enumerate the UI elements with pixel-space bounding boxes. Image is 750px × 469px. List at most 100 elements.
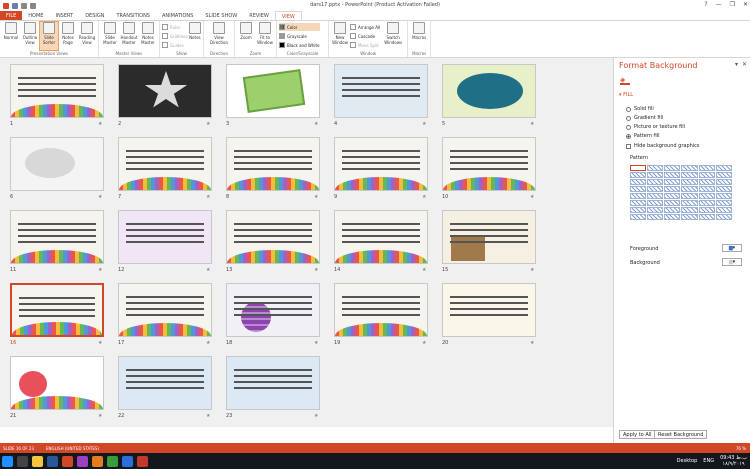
pattern-swatch[interactable] bbox=[715, 172, 732, 178]
slide-thumbnail[interactable] bbox=[442, 64, 536, 118]
minimize-button[interactable]: — bbox=[716, 1, 722, 8]
pattern-swatch[interactable] bbox=[681, 193, 698, 199]
help-button[interactable]: ? bbox=[704, 1, 707, 8]
pattern-swatch[interactable] bbox=[647, 214, 664, 220]
normal-view-button[interactable]: Normal bbox=[2, 22, 20, 50]
pattern-swatch[interactable] bbox=[664, 179, 681, 185]
pattern-swatch[interactable] bbox=[715, 200, 732, 206]
pattern-swatch[interactable] bbox=[647, 207, 664, 213]
pattern-swatch[interactable] bbox=[698, 207, 715, 213]
slide-thumbnail[interactable] bbox=[118, 64, 212, 118]
slide-thumbnail[interactable] bbox=[442, 210, 536, 264]
slide-thumbnail[interactable] bbox=[334, 210, 428, 264]
pattern-swatch[interactable] bbox=[630, 200, 647, 206]
slide-thumbnail[interactable] bbox=[118, 356, 212, 410]
transition-star-icon[interactable]: ★ bbox=[206, 121, 210, 127]
slide-thumbnail[interactable] bbox=[226, 210, 320, 264]
transition-star-icon[interactable]: ★ bbox=[530, 267, 534, 273]
pattern-swatch[interactable] bbox=[664, 207, 681, 213]
grayscale-button[interactable]: Grayscale bbox=[279, 32, 320, 40]
pattern-swatch[interactable] bbox=[715, 214, 732, 220]
pattern-swatch[interactable] bbox=[630, 214, 647, 220]
transition-star-icon[interactable]: ★ bbox=[98, 267, 102, 273]
pattern-swatch[interactable] bbox=[630, 193, 647, 199]
gradient-fill-radio[interactable]: Gradient fill bbox=[626, 115, 663, 121]
pattern-swatch[interactable] bbox=[664, 172, 681, 178]
slide-thumbnail[interactable] bbox=[10, 64, 104, 118]
slide-thumbnail[interactable] bbox=[334, 283, 428, 337]
slide-thumbnail[interactable] bbox=[10, 137, 104, 191]
transition-star-icon[interactable]: ★ bbox=[314, 413, 318, 419]
pattern-swatch[interactable] bbox=[698, 179, 715, 185]
pane-close-icon[interactable]: ✕ bbox=[742, 61, 747, 68]
zoom-level[interactable]: 76 % bbox=[736, 446, 746, 451]
color-button[interactable]: Color bbox=[279, 23, 320, 31]
transition-star-icon[interactable]: ★ bbox=[206, 340, 210, 346]
switch-windows-button[interactable]: Switch Windows bbox=[381, 22, 405, 50]
slide-thumbnail[interactable] bbox=[226, 137, 320, 191]
arrange-all-button[interactable]: Arrange All bbox=[350, 23, 380, 31]
firefox-icon[interactable] bbox=[92, 455, 103, 467]
pattern-swatch[interactable] bbox=[681, 172, 698, 178]
cascade-button[interactable]: Cascade bbox=[350, 32, 380, 40]
pattern-fill-radio[interactable]: Pattern fill bbox=[626, 133, 660, 139]
transition-star-icon[interactable]: ★ bbox=[530, 194, 534, 200]
pattern-swatch[interactable] bbox=[630, 165, 647, 171]
pattern-swatch[interactable] bbox=[681, 186, 698, 192]
pattern-swatch[interactable] bbox=[715, 207, 732, 213]
slide-thumbnail[interactable] bbox=[226, 64, 320, 118]
word-icon[interactable] bbox=[47, 455, 58, 467]
fill-section-header[interactable]: ▾ FILL bbox=[619, 92, 633, 98]
pattern-swatch[interactable] bbox=[698, 165, 715, 171]
slide-thumbnail[interactable] bbox=[10, 356, 104, 410]
pattern-swatch[interactable] bbox=[715, 165, 732, 171]
pattern-swatch[interactable] bbox=[647, 165, 664, 171]
solid-fill-radio[interactable]: Solid fill bbox=[626, 106, 654, 112]
desktop-toolbar[interactable]: Desktop bbox=[677, 458, 698, 464]
transition-star-icon[interactable]: ★ bbox=[98, 340, 102, 346]
transition-star-icon[interactable]: ★ bbox=[206, 267, 210, 273]
picture-fill-radio[interactable]: Picture or texture fill bbox=[626, 124, 685, 130]
transition-star-icon[interactable]: ★ bbox=[206, 413, 210, 419]
slide-master-button[interactable]: Slide Master bbox=[101, 22, 119, 50]
ruler-checkbox[interactable]: Ruler bbox=[162, 23, 188, 31]
slide-sorter-button[interactable]: Slide Sorter bbox=[39, 21, 59, 51]
pattern-gallery[interactable] bbox=[630, 165, 732, 220]
pattern-swatch[interactable] bbox=[630, 172, 647, 178]
pattern-swatch[interactable] bbox=[664, 214, 681, 220]
transition-star-icon[interactable]: ★ bbox=[206, 194, 210, 200]
reading-view-button[interactable]: Reading View bbox=[78, 22, 96, 50]
hide-background-graphics-checkbox[interactable]: Hide background graphics bbox=[626, 143, 700, 149]
pattern-swatch[interactable] bbox=[698, 172, 715, 178]
pattern-swatch[interactable] bbox=[664, 165, 681, 171]
transition-star-icon[interactable]: ★ bbox=[98, 413, 102, 419]
telegram-icon[interactable] bbox=[122, 455, 133, 467]
tab-home[interactable]: HOME bbox=[22, 11, 49, 20]
tab-insert[interactable]: INSERT bbox=[49, 11, 79, 20]
pattern-swatch[interactable] bbox=[715, 193, 732, 199]
pattern-swatch[interactable] bbox=[698, 214, 715, 220]
transition-star-icon[interactable]: ★ bbox=[98, 194, 102, 200]
slide-thumbnail[interactable] bbox=[118, 210, 212, 264]
language-indicator[interactable]: ENGLISH (UNITED STATES) bbox=[46, 446, 99, 451]
pattern-swatch[interactable] bbox=[630, 186, 647, 192]
notes-button[interactable]: Notes bbox=[188, 22, 201, 50]
slide-thumbnail[interactable] bbox=[10, 283, 104, 337]
pattern-swatch[interactable] bbox=[715, 186, 732, 192]
background-color-picker[interactable]: ▆▾ bbox=[722, 258, 742, 266]
tab-animations[interactable]: ANIMATIONS bbox=[156, 11, 199, 20]
foreground-color-picker[interactable]: ▆▾ bbox=[722, 244, 742, 252]
transition-star-icon[interactable]: ★ bbox=[530, 121, 534, 127]
slide-sorter-area[interactable]: 1 ★ 2 ★ 3 ★ 4 ★ 5 ★ 6 ★ 7 ★ 8 ★ 9 ★ 10 ★ 11 ★ 12 ★ 13 ★ 14 ★ 15 ★ 16 ★ 1… bbox=[0, 58, 613, 427]
gridlines-checkbox[interactable]: Gridlines bbox=[162, 32, 188, 40]
pattern-swatch[interactable] bbox=[681, 165, 698, 171]
transition-star-icon[interactable]: ★ bbox=[422, 267, 426, 273]
tab-slide-show[interactable]: SLIDE SHOW bbox=[199, 11, 243, 20]
macros-button[interactable]: Macros bbox=[410, 22, 428, 50]
pane-options-icon[interactable]: ▾ bbox=[735, 61, 738, 68]
pattern-swatch[interactable] bbox=[647, 193, 664, 199]
slide-thumbnail[interactable] bbox=[334, 64, 428, 118]
black-and-white-button[interactable]: Black and White bbox=[279, 41, 320, 49]
transition-star-icon[interactable]: ★ bbox=[422, 194, 426, 200]
transition-star-icon[interactable]: ★ bbox=[422, 121, 426, 127]
